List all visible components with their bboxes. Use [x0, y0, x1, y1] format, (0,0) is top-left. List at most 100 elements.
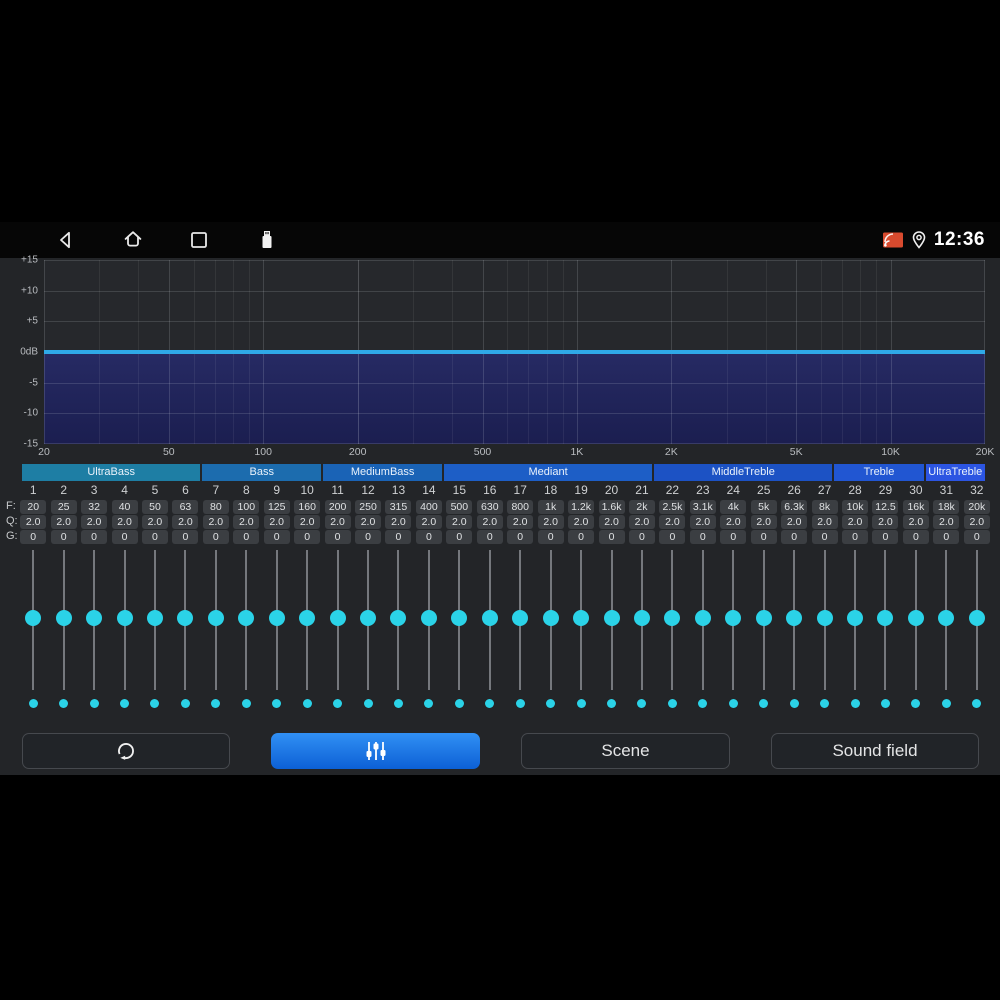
- home-icon[interactable]: [121, 228, 145, 252]
- gain-slider[interactable]: [414, 550, 444, 700]
- gain-slider[interactable]: [962, 550, 992, 700]
- gain-slider[interactable]: [749, 550, 779, 700]
- slider-knob[interactable]: [451, 610, 468, 626]
- slider-knob[interactable]: [877, 610, 894, 626]
- q-cell: 2.0: [657, 514, 687, 529]
- frequency-cell: 500: [444, 499, 474, 514]
- gain-slider[interactable]: [718, 550, 748, 700]
- scene-button-label: Scene: [601, 741, 650, 760]
- slider-knob[interactable]: [116, 610, 133, 626]
- reset-button[interactable]: [22, 733, 230, 769]
- gain-slider[interactable]: [657, 550, 687, 700]
- slider-knob[interactable]: [786, 610, 803, 626]
- slider-knob[interactable]: [725, 610, 742, 626]
- gain-slider[interactable]: [535, 550, 565, 700]
- gain-slider[interactable]: [505, 550, 535, 700]
- zero-marker-dot: [424, 698, 434, 708]
- gain-slider[interactable]: [931, 550, 961, 700]
- gain-slider[interactable]: [840, 550, 870, 700]
- slider-knob[interactable]: [664, 610, 681, 626]
- slider-knob[interactable]: [299, 610, 316, 626]
- q-value: 2.0: [872, 514, 899, 529]
- gain-value: 0: [202, 529, 229, 544]
- slider-knob[interactable]: [603, 610, 620, 626]
- gain-slider[interactable]: [566, 550, 596, 700]
- slider-knob[interactable]: [816, 610, 833, 626]
- usb-drive-icon[interactable]: [255, 228, 279, 252]
- slider-knob[interactable]: [755, 610, 772, 626]
- slider-knob[interactable]: [146, 610, 163, 626]
- slider-knob[interactable]: [573, 610, 590, 626]
- slider-knob[interactable]: [238, 610, 255, 626]
- sound-field-button[interactable]: Sound field: [771, 733, 979, 769]
- slider-knob[interactable]: [177, 610, 194, 626]
- gain-slider[interactable]: [322, 550, 352, 700]
- gain-slider[interactable]: [444, 550, 474, 700]
- back-icon[interactable]: [54, 228, 78, 252]
- gain-slider[interactable]: [475, 550, 505, 700]
- gain-slider[interactable]: [48, 550, 78, 700]
- slider-knob[interactable]: [420, 610, 437, 626]
- recents-icon[interactable]: [187, 228, 211, 252]
- gain-slider[interactable]: [627, 550, 657, 700]
- q-cell: 2.0: [48, 514, 78, 529]
- gain-cell: 0: [566, 529, 596, 544]
- gain-slider[interactable]: [901, 550, 931, 700]
- slider-knob[interactable]: [512, 610, 529, 626]
- channel-number: 7: [212, 483, 220, 497]
- zero-marker-cell: [383, 697, 413, 709]
- slider-knob[interactable]: [207, 610, 224, 626]
- slider-knob[interactable]: [847, 610, 864, 626]
- grid-hline: [44, 321, 985, 323]
- zero-marker-cell: [292, 697, 322, 709]
- x-tick-label: 200: [348, 446, 367, 458]
- gain-slider[interactable]: [262, 550, 292, 700]
- slider-knob[interactable]: [86, 610, 103, 626]
- slider-knob[interactable]: [268, 610, 285, 626]
- gain-value: 0: [20, 529, 47, 544]
- gain-value: 0: [902, 529, 929, 544]
- scene-button[interactable]: Scene: [521, 733, 730, 769]
- zero-marker-dot: [393, 698, 403, 708]
- gain-slider[interactable]: [170, 550, 200, 700]
- slider-knob[interactable]: [25, 610, 42, 626]
- zero-marker-dot: [698, 698, 708, 708]
- q-value: 2.0: [50, 514, 77, 529]
- gain-slider[interactable]: [140, 550, 170, 700]
- slider-knob[interactable]: [55, 610, 72, 626]
- gain-value: 0: [628, 529, 655, 544]
- gain-slider[interactable]: [79, 550, 109, 700]
- gain-slider[interactable]: [353, 550, 383, 700]
- slider-knob[interactable]: [633, 610, 650, 626]
- gain-slider[interactable]: [201, 550, 231, 700]
- slider-knob[interactable]: [694, 610, 711, 626]
- gain-cell: 0: [718, 529, 748, 544]
- slider-knob[interactable]: [329, 610, 346, 626]
- slider-knob[interactable]: [938, 610, 955, 626]
- gain-slider[interactable]: [688, 550, 718, 700]
- frequency-value: 80: [202, 499, 229, 514]
- slider-knob[interactable]: [481, 610, 498, 626]
- equalizer-button[interactable]: [271, 733, 480, 769]
- gain-slider[interactable]: [109, 550, 139, 700]
- zero-marker-dot: [150, 698, 160, 708]
- gain-slider[interactable]: [596, 550, 626, 700]
- gain-slider[interactable]: [779, 550, 809, 700]
- frequency-value: 400: [415, 499, 442, 514]
- gain-slider[interactable]: [231, 550, 261, 700]
- slider-knob[interactable]: [968, 610, 985, 626]
- gain-slider[interactable]: [292, 550, 322, 700]
- gain-cell: 0: [901, 529, 931, 544]
- q-value: 2.0: [537, 514, 564, 529]
- slider-knob[interactable]: [390, 610, 407, 626]
- slider-knob[interactable]: [542, 610, 559, 626]
- q-value: 2.0: [172, 514, 199, 529]
- gain-slider[interactable]: [18, 550, 48, 700]
- frequency-cell: 18k: [931, 499, 961, 514]
- gain-slider[interactable]: [383, 550, 413, 700]
- slider-knob[interactable]: [907, 610, 924, 626]
- gain-slider[interactable]: [809, 550, 839, 700]
- gain-slider[interactable]: [870, 550, 900, 700]
- slider-knob[interactable]: [360, 610, 377, 626]
- band-label: UltraBass: [22, 464, 201, 481]
